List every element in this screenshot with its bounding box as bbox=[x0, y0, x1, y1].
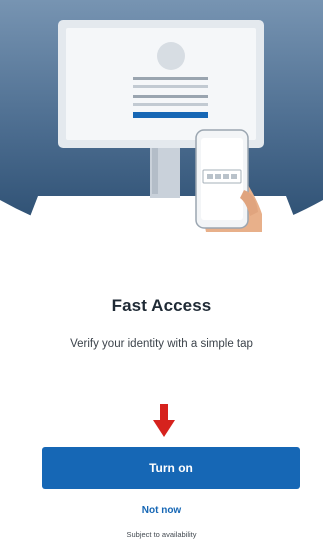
desk-shape bbox=[14, 196, 310, 258]
availability-note: Subject to availability bbox=[126, 530, 197, 539]
turn-on-button[interactable]: Turn on bbox=[42, 447, 300, 489]
page-title: Fast Access bbox=[111, 296, 212, 315]
monitor-screen bbox=[66, 28, 256, 140]
page-subtitle: Verify your identity with a simple tap bbox=[70, 338, 253, 350]
screen-login-button bbox=[133, 112, 208, 118]
hero-illustration bbox=[0, 0, 323, 262]
not-now-link[interactable]: Not now bbox=[0, 505, 323, 516]
down-arrow-icon bbox=[153, 404, 175, 438]
fast-access-screen: Fast Access Verify your identity with a … bbox=[0, 0, 323, 548]
profile-circle-icon bbox=[157, 42, 185, 70]
